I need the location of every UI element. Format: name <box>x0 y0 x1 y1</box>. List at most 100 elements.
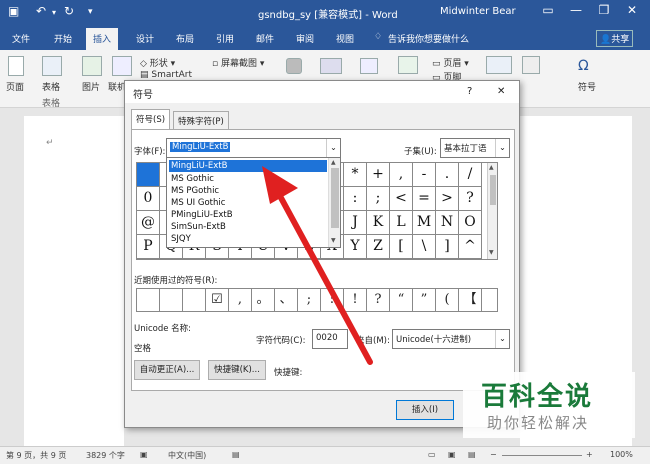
header-button[interactable]: ▭ 页眉 ▾ <box>432 56 469 69</box>
symbol-cell[interactable]: Z <box>367 235 390 259</box>
font-option[interactable]: MS PGothic <box>169 185 327 197</box>
tab-references[interactable]: 引用 <box>216 32 234 45</box>
zoom-out-icon[interactable]: − <box>490 450 497 459</box>
recent-symbol-cell[interactable]: ☑ <box>206 289 229 311</box>
recent-symbol-cell[interactable]: 、 <box>275 289 298 311</box>
tab-review[interactable]: 审阅 <box>296 32 314 45</box>
symbol-cell[interactable]: , <box>390 163 413 187</box>
font-dropdown-list[interactable]: MingLiU-ExtB MS Gothic MS PGothic MS UI … <box>166 157 341 248</box>
share-button[interactable]: 👤共享 <box>596 30 634 47</box>
comment-icon[interactable] <box>398 56 418 74</box>
table-button[interactable]: 表格 <box>42 80 60 93</box>
shortcut-key-button[interactable]: 快捷键(K)... <box>208 360 266 380</box>
omega-icon[interactable]: Ω <box>578 58 589 74</box>
wordart-icon[interactable] <box>522 56 540 74</box>
dialog-close-icon[interactable]: ✕ <box>497 86 505 97</box>
scrollbar-thumb[interactable] <box>331 168 339 228</box>
symbol-cell[interactable]: @ <box>137 211 160 235</box>
font-option[interactable]: MS Gothic <box>169 173 327 185</box>
picture-button[interactable]: 图片 <box>82 80 100 93</box>
proofing-icon[interactable]: ▣ <box>140 450 148 459</box>
recent-symbol-cell[interactable] <box>183 289 206 311</box>
symbol-cell[interactable]: P <box>137 235 160 259</box>
ribbon-display-icon[interactable]: ▭ <box>534 3 562 17</box>
read-mode-icon[interactable]: ▭ <box>428 450 436 459</box>
autocorrect-button[interactable]: 自动更正(A)... <box>134 360 200 380</box>
document-page-left[interactable]: ↵ <box>24 116 124 446</box>
symbol-cell[interactable]: ; <box>367 187 390 211</box>
font-option[interactable]: SJQY <box>169 233 327 245</box>
symbol-cell[interactable]: J <box>344 211 367 235</box>
symbol-button[interactable]: 符号 <box>578 80 596 93</box>
zoom-in-icon[interactable]: + <box>586 450 593 459</box>
recent-symbol-cell[interactable] <box>160 289 183 311</box>
tab-insert[interactable]: 插入 <box>86 28 119 50</box>
symbol-cell[interactable]: ] <box>436 235 459 259</box>
recent-symbol-cell[interactable]: : <box>321 289 344 311</box>
grid-scrollbar[interactable]: ▲ ▼ <box>487 163 497 259</box>
undo-dropdown-icon[interactable]: ▾ <box>52 8 56 17</box>
symbol-cell[interactable]: ^ <box>459 235 482 259</box>
recent-symbol-cell[interactable]: 【 <box>459 289 482 311</box>
chevron-down-icon[interactable]: ⌄ <box>326 139 340 157</box>
recent-symbol-cell[interactable]: “ <box>390 289 413 311</box>
recent-symbol-cell[interactable] <box>137 289 160 311</box>
insert-button[interactable]: 插入(I) <box>396 400 454 420</box>
language[interactable]: 中文(中国) <box>168 450 206 461</box>
symbol-cell[interactable]: * <box>344 163 367 187</box>
store-icon[interactable] <box>286 58 302 74</box>
recent-symbols[interactable]: ☑,。、;:!? “”(【 <box>136 288 498 312</box>
font-option[interactable]: PMingLiU-ExtB <box>169 209 327 221</box>
link-icon[interactable] <box>360 58 378 74</box>
tab-home[interactable]: 开始 <box>54 32 72 45</box>
symbol-cell[interactable]: . <box>436 163 459 187</box>
scroll-down-icon[interactable]: ▼ <box>489 249 494 256</box>
textbox-icon[interactable] <box>486 56 512 74</box>
page-count[interactable]: 第 9 页，共 9 页 <box>6 450 66 461</box>
user-name[interactable]: Midwinter Bear <box>440 6 516 17</box>
tab-design[interactable]: 设计 <box>136 32 154 45</box>
symbol-cell[interactable]: N <box>436 211 459 235</box>
symbol-cell[interactable]: : <box>344 187 367 211</box>
close-icon[interactable]: ✕ <box>618 3 646 17</box>
help-icon[interactable]: ? <box>467 86 472 97</box>
symbol-cell[interactable]: O <box>459 211 482 235</box>
word-count[interactable]: 3829 个字 <box>86 450 125 461</box>
symbol-cell[interactable]: = <box>413 187 436 211</box>
symbol-cell[interactable]: L <box>390 211 413 235</box>
recent-symbol-cell[interactable]: , <box>229 289 252 311</box>
recent-symbol-cell[interactable]: ; <box>298 289 321 311</box>
smartart-button[interactable]: ▤ SmartArt <box>140 70 192 80</box>
symbol-cell[interactable]: \ <box>413 235 436 259</box>
tab-mailings[interactable]: 邮件 <box>256 32 274 45</box>
recent-symbol-cell[interactable]: 。 <box>252 289 275 311</box>
zoom-slider[interactable] <box>502 455 582 456</box>
char-code-input[interactable]: 0020 <box>312 329 348 349</box>
tab-special-characters[interactable]: 特殊字符(P) <box>173 111 229 129</box>
symbol-cell[interactable]: > <box>436 187 459 211</box>
scrollbar-thumb[interactable] <box>490 175 496 205</box>
symbol-cell[interactable]: / <box>459 163 482 187</box>
shapes-button[interactable]: ◇ 形状 ▾ <box>140 56 175 69</box>
symbol-cell[interactable] <box>137 163 160 187</box>
customize-icon[interactable]: ▾ <box>88 7 93 17</box>
table-icon[interactable] <box>42 56 62 76</box>
undo-icon[interactable]: ↶ <box>36 4 46 18</box>
tab-file[interactable]: 文件 <box>12 32 30 45</box>
chevron-down-icon[interactable]: ⌄ <box>495 139 509 157</box>
page-button[interactable]: 页面 <box>6 80 24 93</box>
symbol-cell[interactable]: [ <box>390 235 413 259</box>
dropdown-scrollbar[interactable]: ▲ ▼ <box>328 158 340 247</box>
symbol-cell[interactable]: - <box>413 163 436 187</box>
screenshot-button[interactable]: ▫ 屏幕截图 ▾ <box>212 56 264 69</box>
symbol-cell[interactable]: Y <box>344 235 367 259</box>
tell-me-input[interactable]: 告诉我你想要做什么 <box>388 32 469 45</box>
chevron-down-icon[interactable]: ⌄ <box>495 330 509 348</box>
zoom-level[interactable]: 100% <box>610 450 633 459</box>
save-icon[interactable]: ▣ <box>8 4 19 18</box>
symbol-cell[interactable]: K <box>367 211 390 235</box>
font-option[interactable]: SimSun-ExtB <box>169 221 327 233</box>
page-icon[interactable] <box>8 56 24 76</box>
scroll-up-icon[interactable]: ▲ <box>331 159 336 166</box>
online-picture-icon[interactable] <box>112 56 132 76</box>
